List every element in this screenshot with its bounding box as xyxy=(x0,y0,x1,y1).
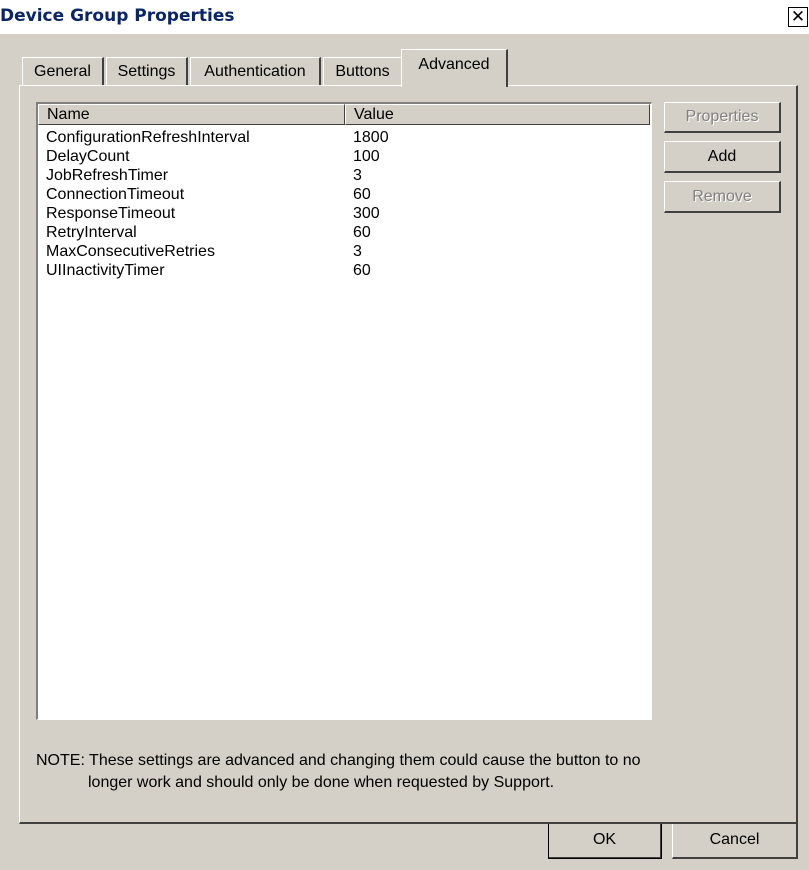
dialog-body: General Settings Authentication Buttons … xyxy=(0,34,809,870)
item-value: 60 xyxy=(353,262,371,279)
item-value: 60 xyxy=(353,224,371,241)
add-button[interactable]: Add xyxy=(664,141,781,173)
note-line-1: NOTE: These settings are advanced and ch… xyxy=(36,752,641,769)
list-item[interactable]: ResponseTimeout 300 xyxy=(38,204,650,223)
list-item[interactable]: UIInactivityTimer 60 xyxy=(38,261,650,280)
button-label: Add xyxy=(707,148,737,165)
tab-label: Advanced xyxy=(418,56,490,73)
list-item[interactable]: ConfigurationRefreshInterval 1800 xyxy=(38,128,650,147)
tab-settings[interactable]: Settings xyxy=(106,57,188,87)
item-name: ConfigurationRefreshInterval xyxy=(46,129,250,146)
item-name: ResponseTimeout xyxy=(46,205,176,222)
item-value: 300 xyxy=(353,205,380,222)
tab-general[interactable]: General xyxy=(22,57,104,87)
item-name: ConnectionTimeout xyxy=(46,186,185,203)
ok-button[interactable]: OK xyxy=(548,820,662,859)
tab-label: General xyxy=(34,63,91,80)
window-title: Device Group Properties xyxy=(0,6,235,26)
list-item[interactable]: JobRefreshTimer 3 xyxy=(38,166,650,185)
advanced-tab-panel: Name Value ConfigurationRefreshInterval … xyxy=(19,85,798,824)
tab-label: Authentication xyxy=(204,63,306,80)
item-value: 3 xyxy=(353,243,362,260)
advanced-warning-note: NOTE: These settings are advanced and ch… xyxy=(36,750,776,794)
list-item[interactable]: ConnectionTimeout 60 xyxy=(38,185,650,204)
item-name: MaxConsecutiveRetries xyxy=(46,243,215,260)
tab-authentication[interactable]: Authentication xyxy=(190,57,321,87)
button-label: OK xyxy=(592,831,617,848)
item-value: 60 xyxy=(353,186,371,203)
tab-label: Settings xyxy=(117,63,176,80)
item-name: RetryInterval xyxy=(46,224,137,241)
tab-label: Buttons xyxy=(335,63,390,80)
note-line-2: longer work and should only be done when… xyxy=(88,774,555,791)
settings-list[interactable]: Name Value ConfigurationRefreshInterval … xyxy=(36,102,652,720)
button-label: Cancel xyxy=(709,831,760,848)
cancel-button[interactable]: Cancel xyxy=(672,820,798,859)
close-button[interactable]: ✕ xyxy=(788,7,808,27)
title-bar: Device Group Properties ✕ xyxy=(0,0,809,34)
item-name: UIInactivityTimer xyxy=(46,262,165,279)
list-item[interactable]: RetryInterval 60 xyxy=(38,223,650,242)
item-value: 3 xyxy=(353,167,362,184)
column-header-label: Name xyxy=(47,106,90,123)
item-value: 1800 xyxy=(353,129,389,146)
list-item[interactable]: DelayCount 100 xyxy=(38,147,650,166)
close-icon: ✕ xyxy=(790,7,806,26)
item-value: 100 xyxy=(353,148,380,165)
column-header-value[interactable]: Value xyxy=(345,104,650,125)
properties-button[interactable]: Properties xyxy=(664,102,781,133)
list-item[interactable]: MaxConsecutiveRetries 3 xyxy=(38,242,650,261)
item-name: DelayCount xyxy=(46,148,130,165)
remove-button[interactable]: Remove xyxy=(664,181,781,213)
tab-advanced[interactable]: Advanced xyxy=(401,49,508,87)
button-label: Remove xyxy=(692,188,752,205)
column-header-label: Value xyxy=(354,106,394,123)
tab-buttons[interactable]: Buttons xyxy=(323,57,401,87)
list-header: Name Value xyxy=(38,104,650,125)
button-label: Properties xyxy=(685,108,759,125)
column-header-name[interactable]: Name xyxy=(38,104,345,125)
item-name: JobRefreshTimer xyxy=(46,167,169,184)
